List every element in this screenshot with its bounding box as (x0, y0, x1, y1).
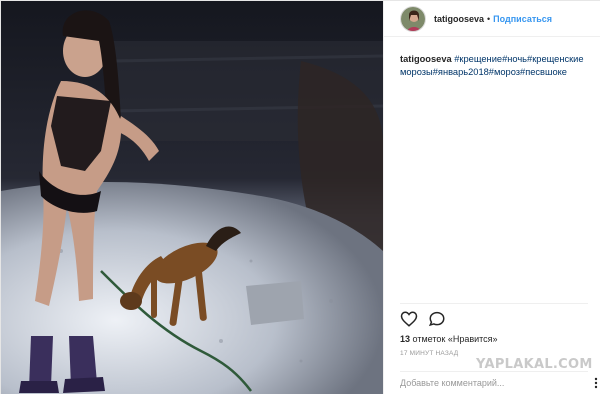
avatar[interactable] (400, 5, 426, 32)
heart-icon[interactable] (400, 310, 418, 328)
night-snow-photo (1, 1, 383, 394)
post-photo[interactable] (1, 1, 383, 394)
likes-count[interactable]: 13 отметок «Нравится» (400, 334, 498, 344)
comment-icon[interactable] (428, 310, 446, 328)
likes-number: 13 (400, 334, 411, 344)
more-options-icon[interactable] (591, 376, 600, 389)
avatar-image (401, 6, 425, 31)
hashtag-link[interactable]: #ночь (502, 54, 527, 64)
header-username[interactable]: tatigooseva (434, 14, 484, 24)
bucket (246, 281, 304, 325)
hashtag-link[interactable]: #мороз (489, 67, 520, 77)
post-caption: tatigooseva #крещение#ночь#крещенские мо… (400, 53, 596, 79)
instagram-post: tatigooseva • Подписаться tatigooseva #к… (0, 0, 600, 394)
caption-username[interactable]: tatigooseva (400, 54, 452, 64)
header-separator: • (487, 13, 491, 24)
hashtag-link[interactable]: #январь2018 (433, 67, 489, 77)
divider (400, 371, 588, 372)
post-sidebar: tatigooseva • Подписаться tatigooseva #к… (383, 1, 600, 394)
comment-input[interactable] (400, 374, 586, 391)
hashtag-link[interactable]: #крещение (454, 54, 502, 64)
likes-text: отметок «Нравится» (412, 334, 498, 344)
divider (400, 303, 588, 304)
post-actions (400, 309, 446, 329)
post-timestamp: 17 МИНУТ НАЗАД (400, 350, 459, 357)
post-header: tatigooseva • Подписаться (384, 1, 600, 37)
follow-button[interactable]: Подписаться (493, 14, 552, 24)
watermark: YAPLAKAL.COM (476, 357, 593, 372)
hashtag-link[interactable]: #песвшоке (520, 67, 567, 77)
